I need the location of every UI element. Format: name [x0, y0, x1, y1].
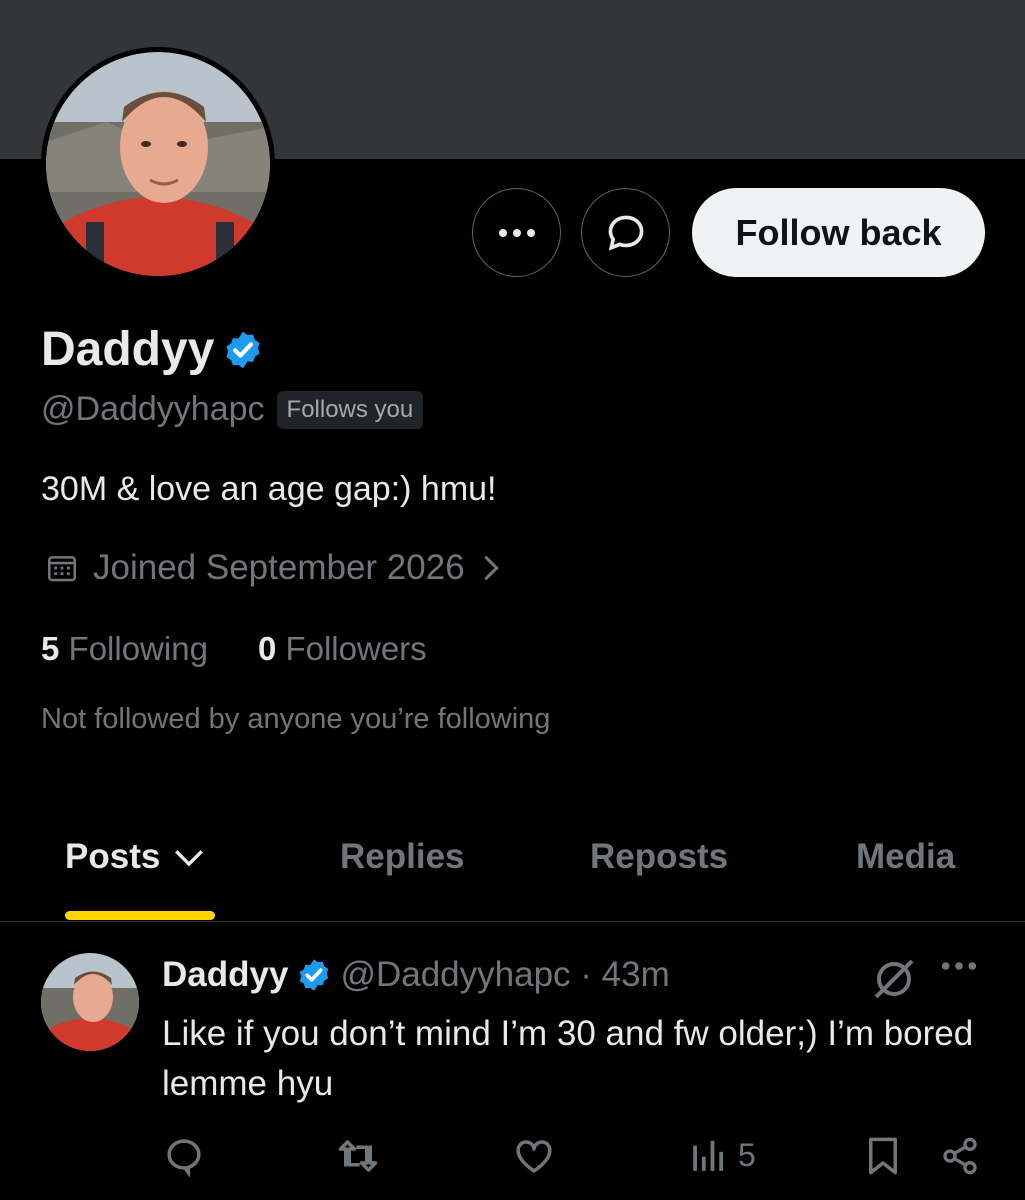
chevron-right-icon [483, 555, 499, 581]
tab-posts[interactable]: Posts [65, 837, 206, 877]
post-actions: 5 [0, 1135, 1025, 1185]
profile-handle: @Daddyyhapc [41, 390, 265, 428]
message-icon [608, 215, 643, 251]
like-button[interactable] [513, 1135, 555, 1177]
verified-badge-icon[interactable] [222, 329, 264, 371]
repost-button[interactable] [335, 1135, 381, 1177]
reply-icon [167, 1139, 201, 1177]
followers-count: 0 [257, 630, 277, 667]
follows-you-badge: Follows you [276, 390, 424, 429]
grok-icon[interactable] [870, 955, 918, 1003]
post-text: Like if you don’t mind I’m 30 and fw old… [162, 1014, 974, 1103]
repost-icon [338, 1140, 378, 1172]
profile-name-row: Daddyy [41, 322, 264, 377]
calendar-icon [47, 556, 77, 582]
views-count: 5 [738, 1136, 756, 1173]
post-avatar[interactable] [41, 953, 139, 1051]
reply-button[interactable] [163, 1135, 205, 1177]
profile-tabs: Posts Replies Reposts Media [0, 820, 1025, 922]
post-more-icon[interactable] [940, 960, 978, 972]
bookmark-button[interactable] [864, 1135, 902, 1177]
following-count: 5 [41, 630, 60, 667]
joined-date: Joined September 2026 [93, 548, 465, 587]
joined-date-row[interactable]: Joined September 2026 [45, 548, 503, 588]
profile-bio: 30M & love an age gap:) hmu! [41, 470, 497, 508]
message-button[interactable] [581, 188, 670, 277]
followers-label: Followers [285, 630, 427, 667]
profile-stats: 5 Following 0 Followers [41, 630, 427, 668]
avatar-photo [46, 52, 270, 276]
share-icon [943, 1137, 977, 1175]
like-icon [516, 1140, 552, 1173]
tab-posts-label: Posts [65, 837, 161, 876]
following-stat[interactable]: 5 Following [41, 630, 208, 668]
more-options-button[interactable] [472, 188, 561, 277]
post-header: Daddyy @Daddyyhapc · 43m [162, 955, 670, 995]
follow-back-button[interactable]: Follow back [692, 188, 985, 277]
tab-replies[interactable]: Replies [340, 837, 465, 877]
post-author-name[interactable]: Daddyy [162, 955, 288, 995]
share-button[interactable] [940, 1135, 980, 1177]
verified-badge-icon[interactable] [296, 957, 332, 993]
mutual-followers-note: Not followed by anyone you’re following [41, 703, 551, 735]
more-icon [498, 228, 535, 237]
chevron-down-icon [175, 850, 204, 867]
following-label: Following [68, 630, 208, 667]
display-name: Daddyy [41, 323, 215, 376]
post-item[interactable]: Daddyy @Daddyyhapc · 43m Like if you don… [0, 925, 1025, 1200]
tab-reposts[interactable]: Reposts [590, 837, 728, 877]
post-meta: @Daddyyhapc · 43m [340, 955, 670, 994]
active-tab-indicator [65, 911, 215, 920]
followers-stat[interactable]: 0 Followers [258, 630, 427, 668]
views-icon [693, 1140, 724, 1171]
tab-media[interactable]: Media [856, 837, 955, 877]
profile-avatar[interactable] [41, 47, 275, 281]
bookmark-icon [869, 1137, 897, 1175]
views-button[interactable]: 5 [690, 1135, 756, 1175]
handle-row: @Daddyyhapc Follows you [41, 390, 424, 429]
